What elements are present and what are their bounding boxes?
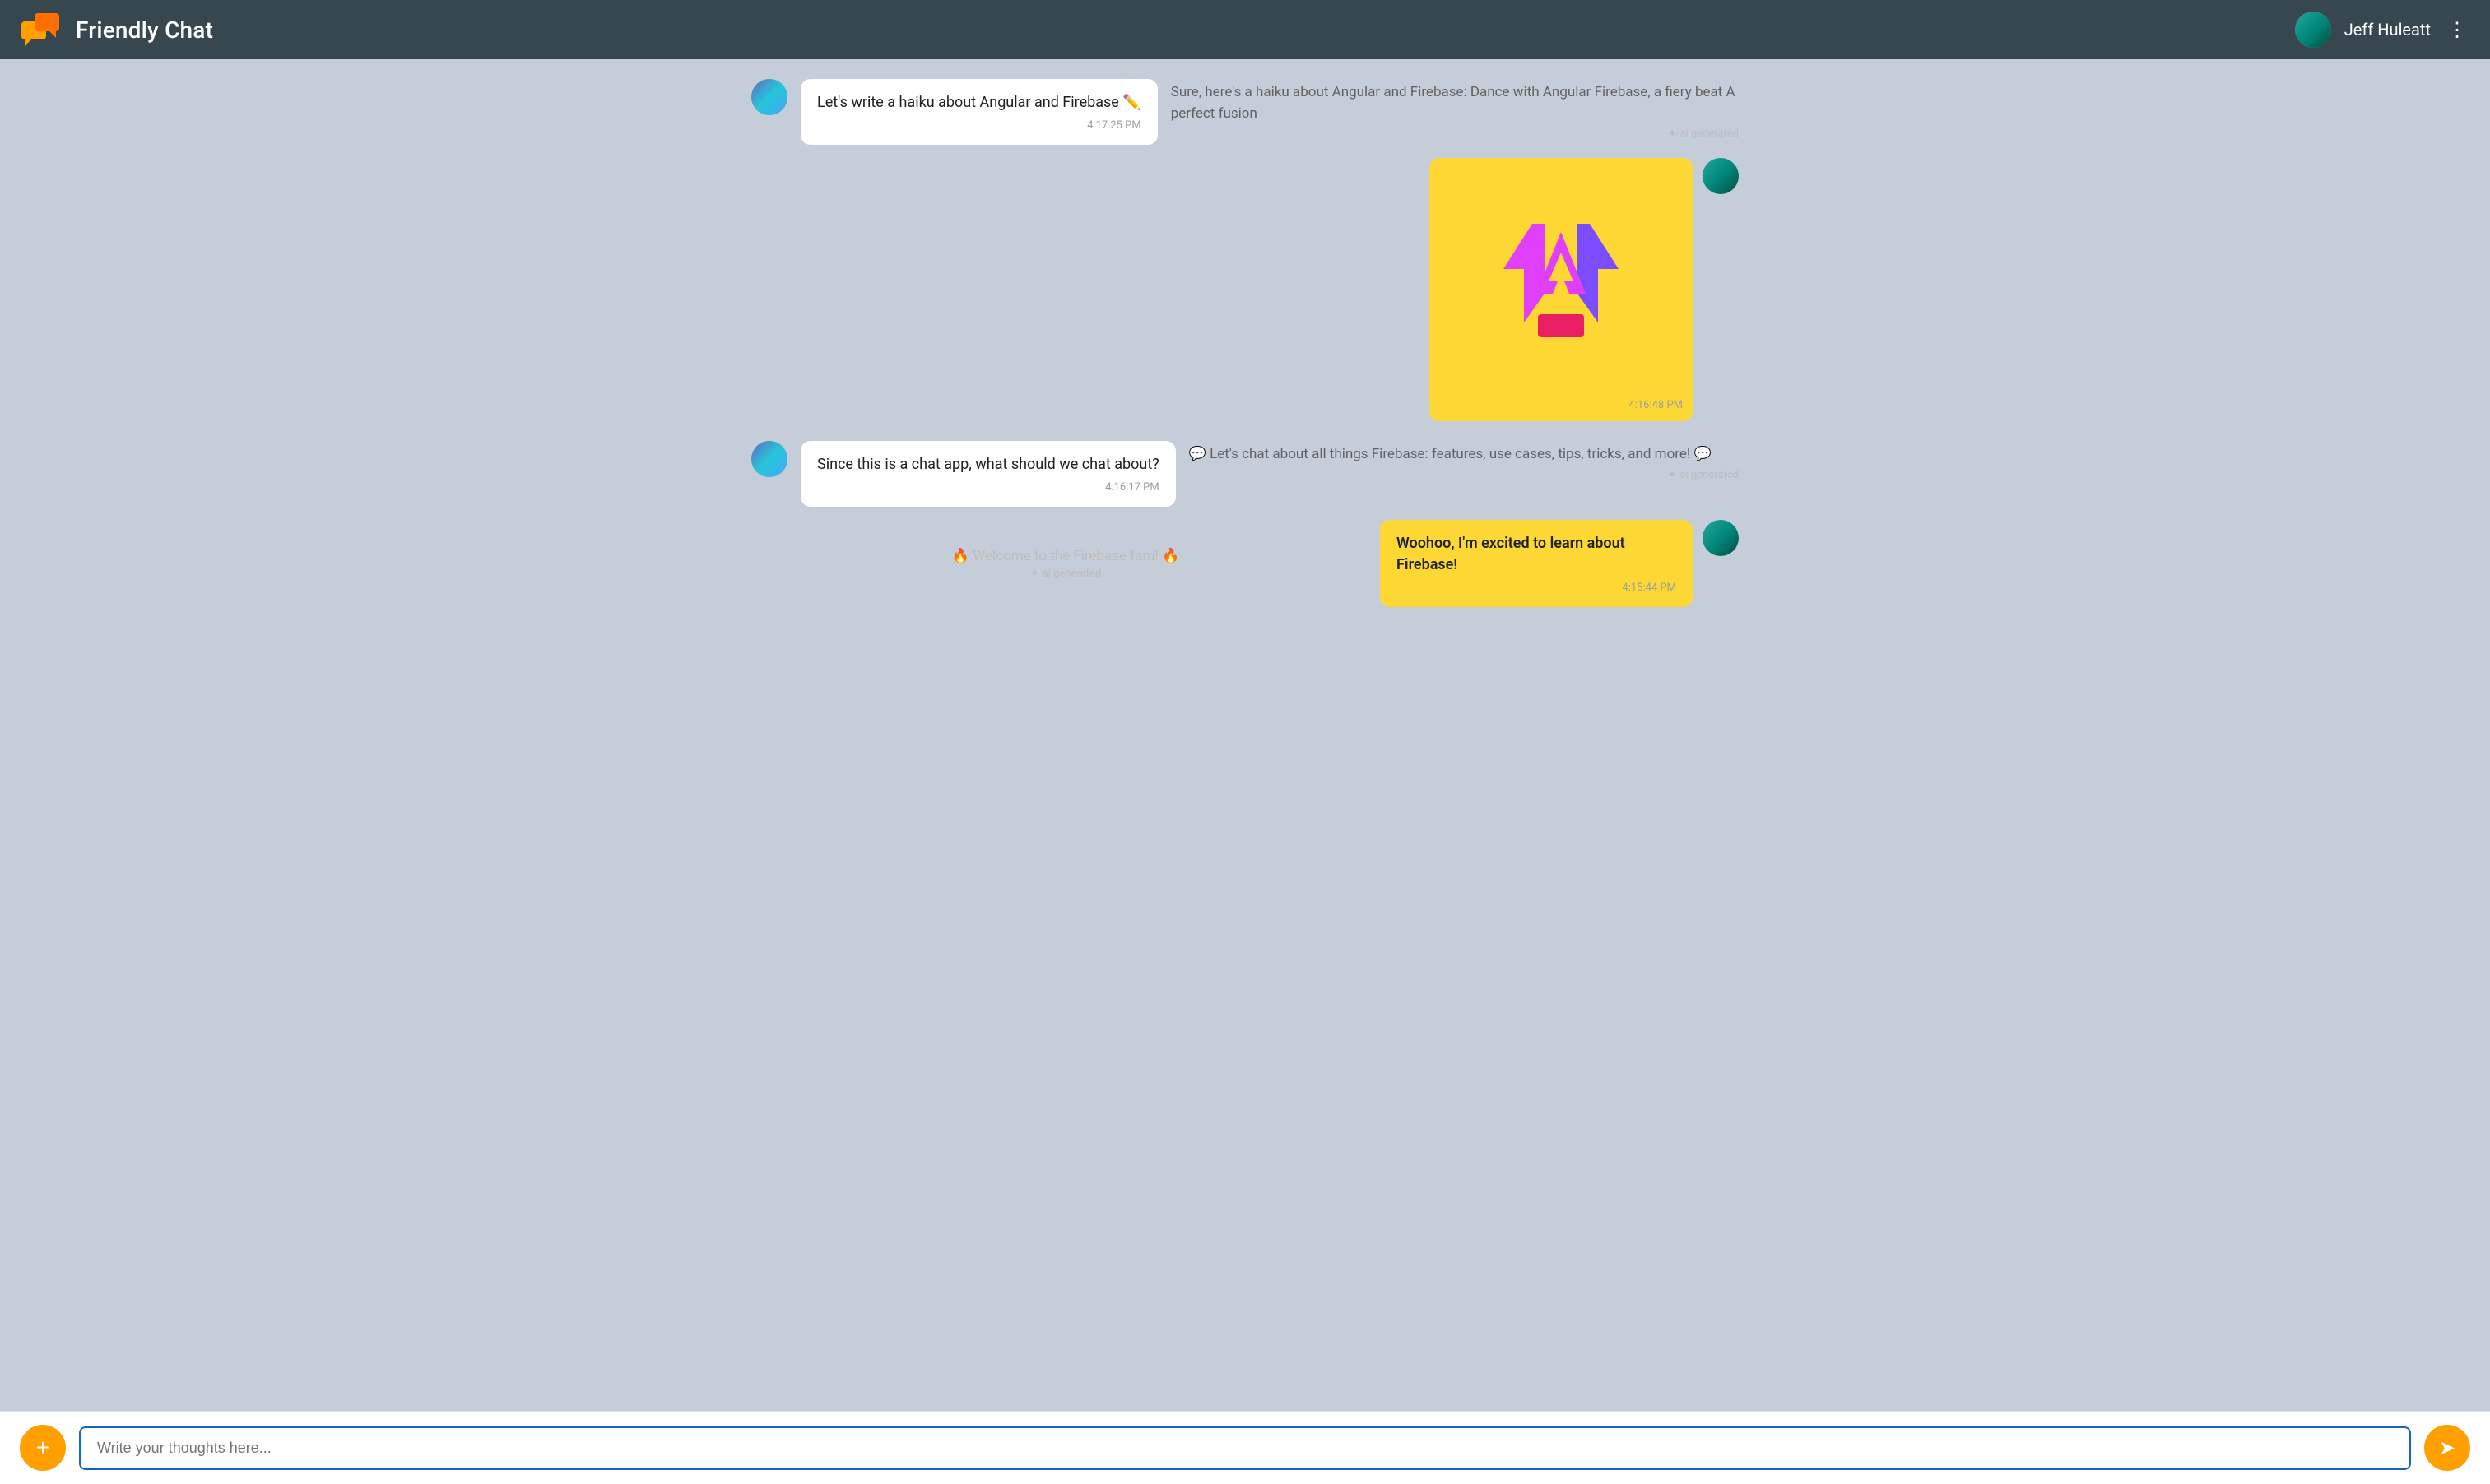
bubble-time-4: 4:15:44 PM [1396, 582, 1676, 594]
app-logo [20, 12, 63, 48]
welcome-ai-badge: ✦ ai generated [1030, 568, 1101, 580]
message-group-4: 🔥 Welcome to the Firebase fam! 🔥 ✦ ai ge… [751, 520, 1739, 606]
bubble-text-3: Since this is a chat app, what should we… [817, 456, 1159, 473]
ai-response-3: 💬 Let's chat about all things Firebase: … [1189, 441, 1739, 481]
message-group-3: Since this is a chat app, what should we… [751, 441, 1739, 507]
center-ai-message: 🔥 Welcome to the Firebase fam! 🔥 ✦ ai ge… [751, 548, 1380, 580]
user-avatar-1 [751, 79, 787, 115]
send-icon: ➤ [2439, 1436, 2455, 1460]
header-username: Jeff Huleatt [2344, 20, 2431, 39]
image-bubble-2: 4:16:48 PM [1429, 158, 1693, 421]
user-bubble-3: Since this is a chat app, what should we… [801, 441, 1176, 507]
ai-response-1: Sure, here's a haiku about Angular and F… [1171, 79, 1739, 140]
ai-text-1: Sure, here's a haiku about Angular and F… [1171, 82, 1739, 124]
bubble-text-1: Let's write a haiku about Angular and Fi… [817, 94, 1141, 111]
user-avatar-4 [1703, 520, 1739, 556]
welcome-text: 🔥 Welcome to the Firebase fam! 🔥 ✦ ai ge… [952, 548, 1179, 580]
bubble-time-1: 4:17:25 PM [817, 119, 1141, 132]
message-content-3: Since this is a chat app, what should we… [801, 441, 1739, 507]
message-group-2: 4:16:48 PM [751, 158, 1739, 421]
bubble-time-3: 4:16:17 PM [817, 481, 1159, 494]
messages-container: Let's write a haiku about Angular and Fi… [751, 79, 1739, 614]
add-attachment-button[interactable]: + [20, 1425, 66, 1471]
ai-star-icon-4: ✦ [1030, 568, 1039, 580]
ai-star-icon-1: ✦ [1668, 128, 1677, 140]
ai-badge-1: ✦ ai generated [1171, 128, 1739, 140]
image-time-2: 4:16:48 PM [1628, 399, 1683, 411]
bubble-text-4: Woohoo, I'm excited to learn about Fireb… [1396, 535, 1625, 573]
app-header: Friendly Chat Jeff Huleatt ⋮ [0, 0, 2490, 59]
chat-area: Let's write a haiku about Angular and Fi… [0, 59, 2490, 1411]
send-button[interactable]: ➤ [2424, 1425, 2470, 1471]
more-options-icon[interactable]: ⋮ [2444, 15, 2470, 44]
user-bubble-4: Woohoo, I'm excited to learn about Fireb… [1380, 520, 1693, 606]
header-right: Jeff Huleatt ⋮ [2295, 12, 2470, 48]
chat-footer: + ➤ [0, 1411, 2490, 1484]
user-bubble-1: Let's write a haiku about Angular and Fi… [801, 79, 1158, 145]
header-left: Friendly Chat [20, 12, 213, 48]
ai-badge-3: ✦ ai generated [1189, 469, 1739, 481]
message-group-1: Let's write a haiku about Angular and Fi… [751, 79, 1739, 145]
angular-logo-svg [1479, 207, 1643, 372]
right-message-group-4: Woohoo, I'm excited to learn about Fireb… [1380, 520, 1739, 606]
plus-icon: + [36, 1435, 49, 1461]
message-content-1: Let's write a haiku about Angular and Fi… [801, 79, 1739, 145]
ai-star-icon-3: ✦ [1668, 469, 1677, 481]
ai-text-3: 💬 Let's chat about all things Firebase: … [1189, 444, 1739, 466]
user-avatar-header [2295, 12, 2331, 48]
app-title: Friendly Chat [76, 16, 213, 44]
message-input[interactable] [79, 1426, 2411, 1470]
user-avatar-3 [751, 441, 787, 477]
user-avatar-2 [1703, 158, 1739, 194]
